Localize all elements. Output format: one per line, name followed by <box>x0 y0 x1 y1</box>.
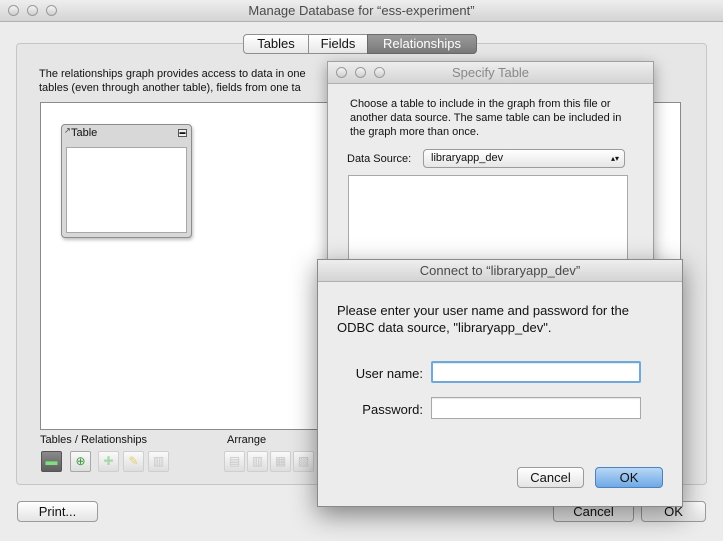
duplicate-icon[interactable]: ✚ <box>98 451 119 472</box>
data-source-value: libraryapp_dev <box>431 152 504 164</box>
main-titlebar: Manage Database for “ess-experiment” <box>0 0 723 22</box>
table-field-list <box>66 147 187 233</box>
delete-trash-icon[interactable]: ▥ <box>148 451 169 472</box>
tables-relationships-label: Tables / Relationships <box>40 434 148 446</box>
table-box-title: Table <box>71 127 98 139</box>
connect-title: Connect to “libraryapp_dev” <box>419 263 581 278</box>
specify-minimize-icon[interactable] <box>355 67 366 78</box>
select-arrows-icon: ▴▾ <box>610 154 619 163</box>
password-label: Password: <box>362 402 423 417</box>
password-field[interactable] <box>431 397 641 419</box>
connect-ok-button[interactable]: OK <box>595 467 663 488</box>
table-list[interactable] <box>348 175 628 271</box>
arrange-label: Arrange <box>227 434 267 446</box>
close-window-icon[interactable] <box>8 5 19 16</box>
zoom-window-icon[interactable] <box>46 5 57 16</box>
edit-pencil-icon[interactable]: ✎ <box>123 451 144 472</box>
table-arrow-icon: ↗ <box>64 126 71 135</box>
connect-titlebar: Connect to “libraryapp_dev” <box>318 260 682 282</box>
collapse-toggle-icon[interactable]: ▬ <box>178 129 187 137</box>
distribute-icon[interactable]: ▦ <box>270 451 291 472</box>
arrange-options-icon[interactable]: ▧ <box>293 451 314 472</box>
connect-dialog: Connect to “libraryapp_dev” Please enter… <box>317 259 683 507</box>
username-label: User name: <box>355 366 423 381</box>
description-line-2: tables (even through another table), fie… <box>39 82 301 94</box>
specify-table-title: Specify Table <box>451 65 530 80</box>
print-button[interactable]: Print... <box>17 501 98 522</box>
minimize-window-icon[interactable] <box>27 5 38 16</box>
specify-zoom-icon[interactable] <box>374 67 385 78</box>
data-source-label: Data Source: <box>347 153 412 165</box>
table-occurrence-box[interactable]: ↗ Table ▬ <box>61 124 192 238</box>
tab-tables[interactable]: Tables <box>243 34 309 54</box>
add-relationship-icon[interactable]: ⊕ <box>70 451 91 472</box>
specify-table-titlebar: Specify Table <box>328 62 653 84</box>
username-field[interactable] <box>431 361 641 383</box>
align-top-icon[interactable]: ▥ <box>247 451 268 472</box>
data-source-select[interactable]: libraryapp_dev ▴▾ <box>423 149 625 168</box>
connect-message: Please enter your user name and password… <box>337 303 629 335</box>
add-table-icon[interactable]: ▬ <box>41 451 62 472</box>
specify-instructions: Choose a table to include in the graph f… <box>350 98 622 138</box>
specify-table-dialog: Specify Table Choose a table to include … <box>327 61 654 271</box>
tab-fields[interactable]: Fields <box>308 34 368 54</box>
specify-close-icon[interactable] <box>336 67 347 78</box>
connect-cancel-button[interactable]: Cancel <box>517 467 584 488</box>
align-left-icon[interactable]: ▤ <box>224 451 245 472</box>
tab-relationships[interactable]: Relationships <box>367 34 477 54</box>
main-window-title: Manage Database for “ess-experiment” <box>248 3 475 18</box>
description-line-1: The relationships graph provides access … <box>39 68 306 80</box>
